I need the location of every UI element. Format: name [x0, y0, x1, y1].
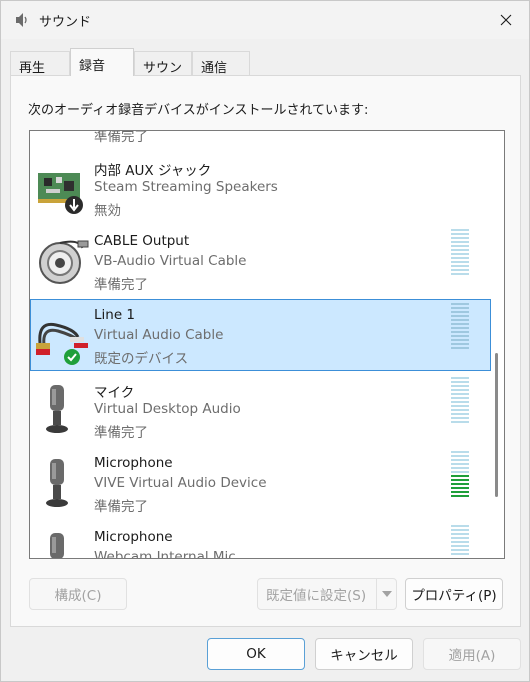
window-title: サウンド — [39, 15, 92, 30]
speaker-icon — [16, 13, 27, 27]
device-name: Microphone — [94, 455, 173, 471]
close-button[interactable] — [483, 1, 529, 39]
set-default-button[interactable]: 既定値に設定(S) — [257, 578, 397, 610]
properties-button[interactable]: プロパティ(P) — [405, 578, 503, 610]
device-status: 準備完了 — [94, 130, 148, 145]
level-meter — [451, 303, 469, 351]
device-description: Virtual Audio Cable — [94, 327, 224, 343]
device-name: 内部 AUX ジャック — [94, 163, 212, 179]
instruction-text: 次のオーディオ録音デバイスがインストールされています: — [28, 103, 369, 118]
cable-reel-icon — [39, 240, 89, 284]
device-name: Line 1 — [94, 307, 136, 323]
scroll-thumb[interactable] — [495, 353, 498, 497]
tab-sounds[interactable]: サウンド — [134, 51, 192, 95]
microphone-icon — [46, 385, 68, 433]
device-name: CABLE Output — [94, 233, 190, 249]
device-status: 既定のデバイス — [94, 351, 189, 367]
list-item[interactable]: 準備完了 — [30, 130, 491, 149]
vertical-scrollbar[interactable] — [491, 131, 503, 558]
cancel-button[interactable]: キャンセル — [315, 638, 413, 670]
list-item[interactable]: 内部 AUX ジャック Steam Streaming Speakers 無効 — [30, 151, 491, 223]
level-meter — [451, 377, 469, 425]
tab-playback[interactable]: 再生 — [10, 51, 70, 76]
list-item[interactable]: Microphone Webcam Internal Mic — [30, 521, 491, 559]
device-status: 準備完了 — [94, 425, 148, 441]
tab-communications[interactable]: 通信 — [192, 51, 250, 76]
title-bar: サウンド — [1, 1, 529, 39]
sound-dialog: サウンド 再生 録音 サウンド 通信 次のオーディオ録音デバイスがインストールさ… — [0, 0, 530, 682]
microphone-icon — [50, 533, 64, 558]
level-meter-active — [451, 451, 469, 499]
rca-cable-default-icon — [36, 322, 88, 365]
device-description: Webcam Internal Mic — [94, 549, 236, 559]
device-status: 準備完了 — [94, 277, 148, 293]
list-item[interactable]: マイク Virtual Desktop Audio 準備完了 — [30, 373, 491, 445]
sound-card-disabled-icon — [38, 173, 83, 214]
device-status: 準備完了 — [94, 499, 148, 515]
device-name: Microphone — [94, 529, 173, 545]
level-meter — [451, 525, 469, 558]
apply-button[interactable]: 適用(A) — [423, 638, 521, 670]
list-item-selected[interactable]: Line 1 Virtual Audio Cable 既定のデバイス — [30, 299, 491, 371]
device-description: Steam Streaming Speakers — [94, 179, 278, 195]
device-list[interactable]: 準備完了 内部 AUX ジャック Steam Streaming Speaker… — [29, 130, 505, 559]
device-name: マイク — [94, 385, 135, 401]
device-description: VIVE Virtual Audio Device — [94, 475, 267, 491]
device-description: Virtual Desktop Audio — [94, 401, 241, 417]
tab-recording[interactable]: 録音 — [70, 48, 134, 76]
list-item[interactable]: CABLE Output VB-Audio Virtual Cable 準備完了 — [30, 225, 491, 297]
device-description: VB-Audio Virtual Cable — [94, 253, 247, 269]
level-meter — [451, 229, 469, 277]
close-icon — [500, 14, 512, 26]
set-default-dropdown[interactable] — [376, 579, 396, 609]
recording-panel: 次のオーディオ録音デバイスがインストールされています: 準備完了 内部 AUX … — [10, 75, 521, 627]
microphone-icon — [46, 459, 68, 507]
configure-button[interactable]: 構成(C) — [29, 578, 127, 610]
ok-button[interactable]: OK — [207, 638, 305, 670]
list-item[interactable]: Microphone VIVE Virtual Audio Device 準備完… — [30, 447, 491, 519]
device-status: 無効 — [94, 203, 121, 219]
chevron-down-icon — [381, 591, 392, 597]
